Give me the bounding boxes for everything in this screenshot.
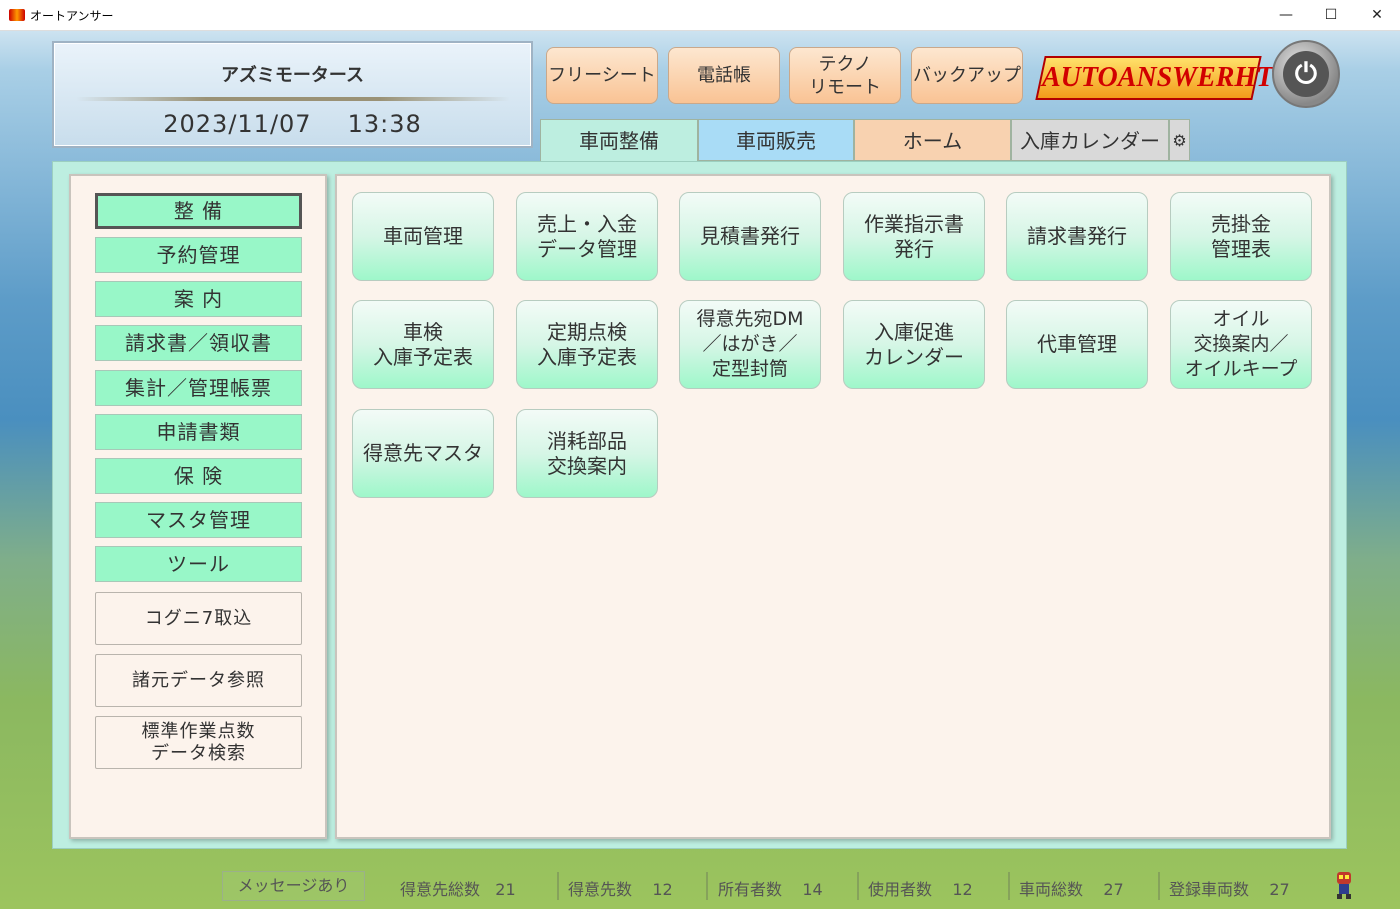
stat-value: 12 <box>952 880 973 899</box>
stat-label: 車両総数 <box>1019 880 1084 899</box>
power-button[interactable]: ⏻ <box>1272 40 1340 108</box>
card-receivables[interactable]: 売掛金 管理表 <box>1170 192 1312 281</box>
card-sales-payment[interactable]: 売上・入金 データ管理 <box>516 192 658 281</box>
status-separator <box>1008 872 1010 900</box>
card-estimate[interactable]: 見積書発行 <box>679 192 821 281</box>
tab-vehicle-maintenance[interactable]: 車両整備 <box>540 119 698 162</box>
app-icon <box>9 9 25 21</box>
card-work-order[interactable]: 作業指示書 発行 <box>843 192 985 281</box>
autoanswer-logo: AUTOANSWERHT <box>1035 56 1274 100</box>
sidebar-item-guide[interactable]: 案 内 <box>95 281 302 317</box>
backup-button[interactable]: バックアップ <box>911 47 1023 104</box>
card-consumable-parts[interactable]: 消耗部品 交換案内 <box>516 409 658 498</box>
time-display: 13:38 <box>347 110 422 138</box>
stat-label: 得意先総数 <box>400 880 481 899</box>
window-title: オートアンサー <box>30 9 114 23</box>
tab-arrival-calendar[interactable]: 入庫カレンダー <box>1011 119 1169 161</box>
status-bar: メッセージあり 得意先総数 21 得意先数 12 所有者数 14 使用者数 12… <box>0 862 1400 909</box>
status-separator <box>557 872 559 900</box>
main-panel: 整 備 予約管理 案 内 請求書／領収書 集計／管理帳票 申請書類 保 険 マス… <box>52 161 1347 849</box>
stat-value: 21 <box>495 880 516 899</box>
stat-value: 27 <box>1103 880 1124 899</box>
stat-label: 登録車両数 <box>1169 880 1250 899</box>
header-divider <box>76 97 510 101</box>
card-periodic-check-schedule[interactable]: 定期点検 入庫予定表 <box>516 300 658 389</box>
stat-vehicle-total: 車両総数 27 <box>1019 876 1124 900</box>
function-grid: 車両管理 売上・入金 データ管理 見積書発行 作業指示書 発行 請求書発行 売掛… <box>335 174 1331 839</box>
card-oil-change[interactable]: オイル 交換案内／ オイルキープ <box>1170 300 1312 389</box>
sidebar-item-maintenance[interactable]: 整 備 <box>95 193 302 229</box>
tab-vehicle-sales[interactable]: 車両販売 <box>698 119 854 161</box>
card-loaner-management[interactable]: 代車管理 <box>1006 300 1148 389</box>
robot-mascot-icon[interactable] <box>1334 870 1354 900</box>
stat-value: 12 <box>652 880 673 899</box>
card-customer-dm[interactable]: 得意先宛DM ／はがき／ 定型封筒 <box>679 300 821 389</box>
card-customer-master[interactable]: 得意先マスタ <box>352 409 494 498</box>
sidebar-item-insurance[interactable]: 保 険 <box>95 458 302 494</box>
stat-label: 所有者数 <box>718 880 783 899</box>
stat-value: 27 <box>1269 880 1290 899</box>
message-indicator[interactable]: メッセージあり <box>222 871 365 901</box>
tab-home[interactable]: ホーム <box>854 119 1011 161</box>
free-sheet-button[interactable]: フリーシート <box>546 47 658 104</box>
company-header: アズミモータース 2023/11/07 13:38 <box>52 41 533 148</box>
datetime-display: 2023/11/07 13:38 <box>54 110 531 138</box>
maximize-button[interactable]: ☐ <box>1308 0 1354 31</box>
sidebar: 整 備 予約管理 案 内 請求書／領収書 集計／管理帳票 申請書類 保 険 マス… <box>69 174 327 839</box>
stat-customer-count: 得意先数 12 <box>568 876 673 900</box>
power-icon: ⏻ <box>1283 51 1329 97</box>
stat-registered-vehicles: 登録車両数 27 <box>1169 876 1290 900</box>
card-invoice[interactable]: 請求書発行 <box>1006 192 1148 281</box>
company-name: アズミモータース <box>220 65 365 86</box>
settings-gear-icon[interactable]: ⚙ <box>1169 119 1190 161</box>
stat-customer-total: 得意先総数 21 <box>400 876 516 900</box>
minimize-button[interactable]: — <box>1263 0 1309 31</box>
sidebar-item-invoice-receipt[interactable]: 請求書／領収書 <box>95 325 302 361</box>
date-display: 2023/11/07 <box>163 110 312 138</box>
card-arrival-promo-calendar[interactable]: 入庫促進 カレンダー <box>843 300 985 389</box>
sidebar-item-applications[interactable]: 申請書類 <box>95 414 302 450</box>
logo-text: AUTOANSWERHT <box>1042 62 1274 93</box>
standard-work-points-button[interactable]: 標準作業点数 データ検索 <box>95 716 302 769</box>
status-separator <box>706 872 708 900</box>
stat-user-count: 使用者数 12 <box>868 876 973 900</box>
sidebar-item-master[interactable]: マスタ管理 <box>95 502 302 538</box>
stat-value: 14 <box>802 880 823 899</box>
phonebook-button[interactable]: 電話帳 <box>668 47 780 104</box>
title-bar: オートアンサー — ☐ ✕ <box>0 0 1400 31</box>
stat-label: 得意先数 <box>568 880 633 899</box>
close-button[interactable]: ✕ <box>1354 0 1400 31</box>
status-separator <box>1158 872 1160 900</box>
sidebar-item-reports[interactable]: 集計／管理帳票 <box>95 370 302 406</box>
card-vehicle-management[interactable]: 車両管理 <box>352 192 494 281</box>
stat-owner-count: 所有者数 14 <box>718 876 823 900</box>
sidebar-item-tools[interactable]: ツール <box>95 546 302 582</box>
card-inspection-schedule[interactable]: 車検 入庫予定表 <box>352 300 494 389</box>
techno-remote-button[interactable]: テクノ リモート <box>789 47 901 104</box>
spec-data-button[interactable]: 諸元データ参照 <box>95 654 302 707</box>
stat-label: 使用者数 <box>868 880 933 899</box>
cogni7-import-button[interactable]: コグニ7取込 <box>95 592 302 645</box>
sidebar-item-reservation[interactable]: 予約管理 <box>95 237 302 273</box>
status-separator <box>857 872 859 900</box>
